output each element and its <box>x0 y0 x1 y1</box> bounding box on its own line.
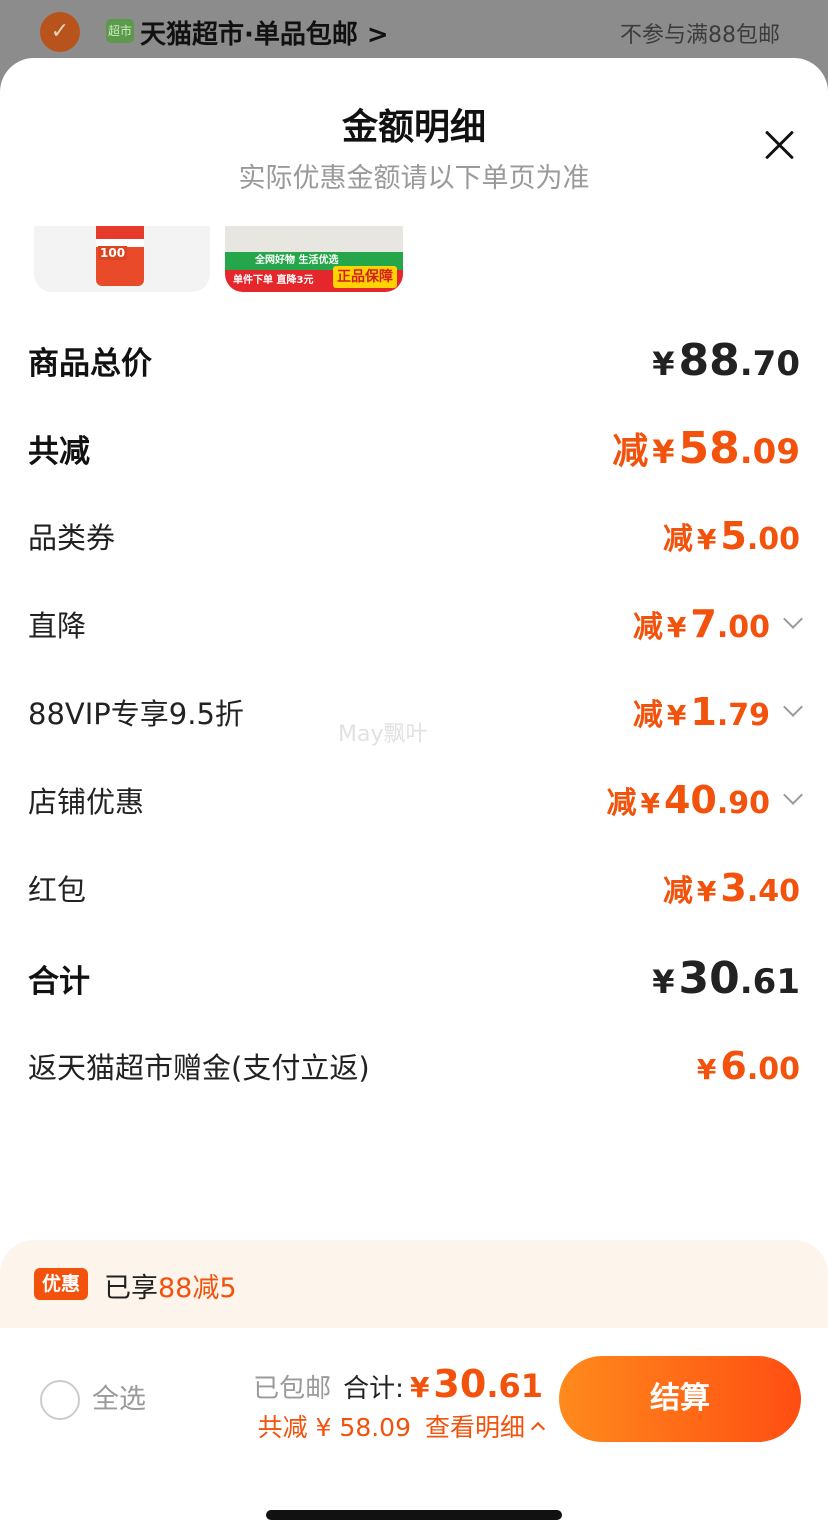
select-all-radio[interactable] <box>40 1380 80 1420</box>
shipping-note: 不参与满88包邮 <box>620 23 780 48</box>
row-amount: ¥ 30 .61 <box>652 952 800 1004</box>
checkout-bar: 全选 已包邮 合计: ¥ 30 .61 共减 ¥ 58.09 查看明细 结算 <box>0 1328 828 1534</box>
row-label: 88VIP专享9.5折 <box>28 697 244 731</box>
row-store-discount[interactable]: 店铺优惠 减 ¥ 40 .90 <box>28 770 803 830</box>
view-details-toggle[interactable]: 共减 ¥ 58.09 查看明细 <box>257 1408 546 1444</box>
promo-text: 已享88减5 <box>104 1273 237 1304</box>
row-amount: 减 ¥ 1 .79 <box>632 690 770 734</box>
row-amount: 减 ¥ 40 .90 <box>606 778 770 822</box>
product-thumbnail <box>34 226 210 292</box>
promo-highlight: 88减5 <box>158 1273 237 1304</box>
row-goods-total: 商品总价 ¥ 88 .70 <box>28 330 800 390</box>
close-icon[interactable] <box>764 130 794 160</box>
row-amount: 减 ¥ 5 .00 <box>662 514 800 558</box>
total-summary: 已包邮 合计: ¥ 30 .61 <box>253 1362 543 1406</box>
product-thumbnail: 全网好物 生活优选 单件下单 直降3元 正品保障 <box>225 226 403 292</box>
row-label: 红包 <box>28 873 87 907</box>
row-amount: 减 ¥ 7 .00 <box>632 602 770 646</box>
home-indicator[interactable] <box>266 1510 562 1520</box>
row-red-packet: 红包 减 ¥ 3 .40 <box>28 858 800 918</box>
product-can-image <box>96 226 144 286</box>
row-label: 商品总价 <box>28 345 152 382</box>
row-amount: 减 ¥ 3 .40 <box>662 866 800 910</box>
row-label: 返天猫超市赠金(支付立返) <box>28 1051 370 1085</box>
checkout-button[interactable]: 结算 <box>559 1356 801 1442</box>
sheet-subtitle: 实际优惠金额请以下单页为准 <box>238 163 590 194</box>
genuine-guarantee-stamp: 正品保障 <box>333 266 397 288</box>
store-title[interactable]: 天猫超市·单品包邮 > <box>140 14 389 51</box>
supermarket-badge: 超市 <box>106 19 134 43</box>
total-amount: ¥ 30 .61 <box>409 1362 543 1406</box>
store-checked-icon[interactable]: ✓ <box>40 12 80 52</box>
chevron-up-icon[interactable] <box>530 1421 546 1437</box>
row-amount: ¥ 88 .70 <box>652 334 800 386</box>
row-direct-discount[interactable]: 直降 减 ¥ 7 .00 <box>28 594 803 654</box>
total-label: 合计: <box>343 1374 404 1404</box>
row-label: 品类券 <box>28 521 116 555</box>
chevron-down-icon[interactable] <box>783 785 803 805</box>
row-category-coupon: 品类券 减 ¥ 5 .00 <box>28 506 800 566</box>
row-label: 共减 <box>28 433 90 470</box>
row-total-reduction: 共减 减 ¥ 58 .09 <box>28 418 800 478</box>
watermark: May飘叶 <box>338 722 428 747</box>
row-grand-total: 合计 ¥ 30 .61 <box>28 948 800 1008</box>
row-label: 店铺优惠 <box>28 785 145 819</box>
row-label: 合计 <box>28 963 90 1000</box>
reduce-text: 共减 ¥ 58.09 <box>257 1413 411 1442</box>
row-cashback: 返天猫超市赠金(支付立返) ¥ 6 .00 <box>28 1036 800 1096</box>
promo-tag: 优惠 <box>34 1268 88 1300</box>
free-shipping-label: 已包邮 <box>253 1374 332 1404</box>
sheet-title: 金额明细 <box>341 107 486 148</box>
chevron-down-icon[interactable] <box>783 609 803 629</box>
select-all-label[interactable]: 全选 <box>92 1380 146 1420</box>
chevron-down-icon[interactable] <box>783 697 803 717</box>
row-amount: 减 ¥ 58 .09 <box>612 423 800 474</box>
row-amount: ¥ 6 .00 <box>696 1044 800 1088</box>
view-details-link[interactable]: 查看明细 <box>425 1408 525 1444</box>
amount-detail-sheet: 金额明细 实际优惠金额请以下单页为准 全网好物 生活优选 单件下单 直降3元 正… <box>0 58 828 1534</box>
row-label: 直降 <box>28 609 87 643</box>
